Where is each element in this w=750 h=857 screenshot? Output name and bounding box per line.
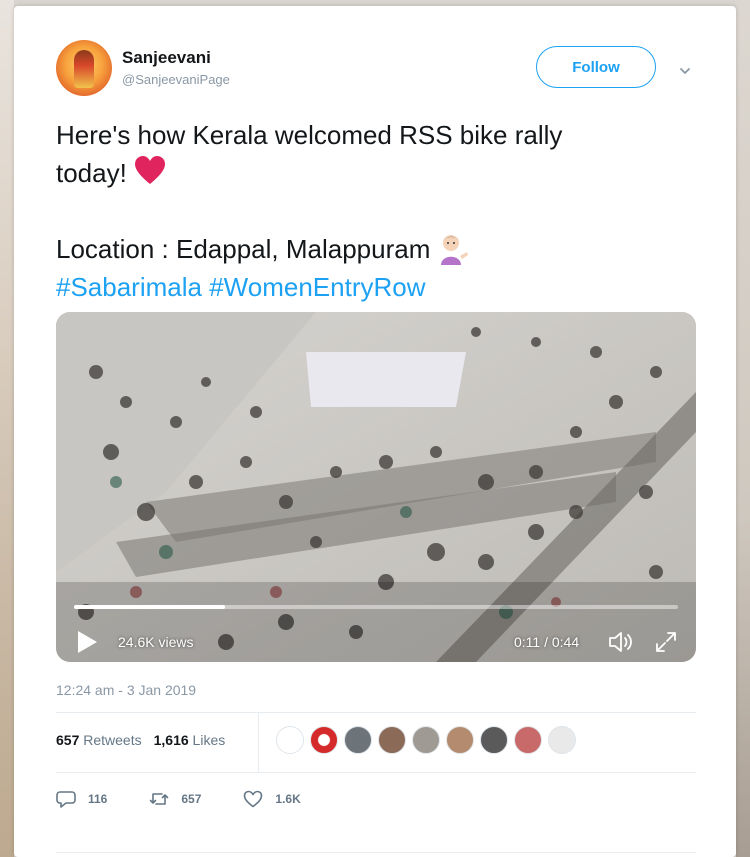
reply-icon	[56, 791, 76, 808]
chevron-down-icon[interactable]	[678, 64, 692, 78]
tweet-line-3: Location : Edappal, Malappuram	[56, 230, 696, 268]
retweets-label[interactable]: Retweets	[83, 732, 141, 748]
tweet-line-2: today!	[56, 154, 696, 192]
liker-avatar[interactable]	[548, 726, 576, 754]
play-icon[interactable]	[76, 630, 98, 654]
like-button[interactable]: 1.6K	[243, 789, 301, 809]
fullscreen-icon[interactable]	[654, 630, 678, 654]
action-bar: 116 657 1.6K	[56, 784, 343, 814]
paragraph-break	[56, 192, 696, 230]
stats-separator	[258, 712, 259, 772]
retweets-count[interactable]: 657	[56, 732, 79, 748]
liker-avatar[interactable]	[276, 726, 304, 754]
hashtag-sabarimala[interactable]: #Sabarimala	[56, 272, 202, 302]
liker-avatar[interactable]	[310, 726, 338, 754]
deity-avatar-icon	[74, 50, 94, 88]
volume-icon[interactable]	[608, 630, 636, 654]
video-progress-fill	[74, 605, 225, 609]
video-progress-bar[interactable]	[74, 605, 678, 609]
hashtags-line: #Sabarimala #WomenEntryRow	[56, 268, 696, 306]
display-name[interactable]: Sanjeevani	[122, 48, 211, 68]
red-heart-icon	[134, 156, 165, 184]
background-right-strip	[736, 0, 750, 857]
video-frame	[56, 312, 696, 662]
engagement-stats: 657 Retweets 1,616 Likes	[56, 732, 225, 748]
liker-avatars	[276, 726, 576, 758]
tweet-text: Here's how Kerala welcomed RSS bike rall…	[56, 116, 696, 306]
woman-tipping-hand-icon	[441, 235, 469, 265]
heart-outline-icon	[244, 790, 263, 808]
liker-avatar[interactable]	[480, 726, 508, 754]
liker-avatar[interactable]	[344, 726, 372, 754]
liker-avatar[interactable]	[514, 726, 542, 754]
tweet-timestamp[interactable]: 12:24 am - 3 Jan 2019	[56, 682, 196, 698]
like-count: 1.6K	[275, 792, 301, 806]
reply-count: 116	[88, 792, 108, 806]
liker-avatar[interactable]	[378, 726, 406, 754]
liker-avatar[interactable]	[412, 726, 440, 754]
location-text: Location : Edappal, Malappuram	[56, 234, 431, 264]
tweet-line-2-text: today!	[56, 158, 127, 188]
user-handle[interactable]: @SanjeevaniPage	[122, 72, 230, 87]
video-time: 0:11 / 0:44	[514, 634, 580, 650]
avatar[interactable]	[56, 40, 112, 96]
hashtag-women-entry-row[interactable]: #WomenEntryRow	[209, 272, 425, 302]
tweet-card: Sanjeevani @SanjeevaniPage Follow Here's…	[14, 6, 736, 857]
retweet-icon	[150, 793, 169, 805]
tweet-line-1: Here's how Kerala welcomed RSS bike rall…	[56, 120, 563, 150]
liker-avatar[interactable]	[446, 726, 474, 754]
divider-footer	[56, 852, 696, 853]
divider-bottom	[56, 772, 696, 773]
video-player[interactable]: 24.6K views 0:11 / 0:44	[56, 312, 696, 662]
retweet-button[interactable]: 657	[149, 789, 201, 809]
likes-count[interactable]: 1,616	[154, 732, 189, 748]
follow-button[interactable]: Follow	[536, 46, 656, 88]
reply-button[interactable]: 116	[56, 789, 107, 809]
video-views: 24.6K views	[118, 634, 194, 650]
background-left-strip	[0, 0, 14, 857]
retweet-count: 657	[181, 792, 202, 806]
likes-label[interactable]: Likes	[193, 732, 226, 748]
divider-top	[56, 712, 696, 713]
